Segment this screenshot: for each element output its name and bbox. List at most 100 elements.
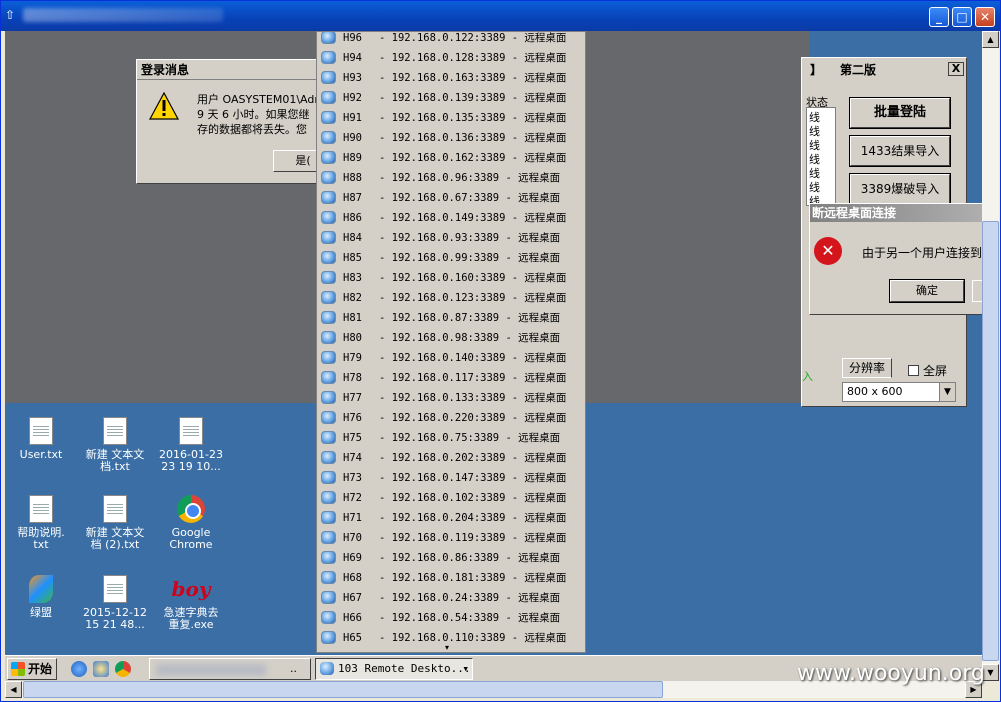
remote-desktop-icon [321, 431, 336, 444]
session-address: 192.168.0.123:3389 [391, 292, 506, 304]
remote-screen[interactable]: 登录消息 用户 OASYSTEM01\Adm 9 天 6 小时。如果您继 存的数… [5, 31, 982, 655]
session-item[interactable]: H71- 192.168.0.204:3389 - 远程桌面 [317, 508, 585, 528]
batch-login-button[interactable]: 批量登陆 [849, 97, 951, 129]
session-item[interactable]: H78- 192.168.0.117:3389 - 远程桌面 [317, 368, 585, 388]
session-item[interactable]: H87- 192.168.0.67:3389 - 远程桌面 [317, 188, 585, 208]
vertical-scrollbar[interactable]: ▲ ▼ [982, 31, 999, 681]
session-name: H87 [343, 192, 362, 204]
session-item[interactable]: H94- 192.168.0.128:3389 - 远程桌面 [317, 48, 585, 68]
title-bar[interactable]: ⇧ _ □ ✕ [1, 1, 1000, 31]
session-type: 远程桌面 [524, 72, 567, 84]
chrome-icon[interactable] [115, 661, 131, 677]
scroll-thumb[interactable] [23, 681, 663, 698]
desktop-icon[interactable]: 新建 文本文档 (2).txt [79, 495, 151, 551]
session-item[interactable]: H82- 192.168.0.123:3389 - 远程桌面 [317, 288, 585, 308]
session-address: 192.168.0.117:3389 [391, 372, 506, 384]
session-dropdown-list[interactable]: ▾ H96- 192.168.0.122:3389 - 远程桌面 H94- 192… [316, 31, 586, 653]
session-item[interactable]: H65- 192.168.0.110:3389 - 远程桌面 [317, 628, 585, 648]
session-item[interactable]: H66- 192.168.0.54:3389 - 远程桌面 [317, 608, 585, 628]
close-button[interactable]: ✕ [975, 7, 995, 27]
second-button[interactable] [972, 280, 982, 302]
login-message-line2: 9 天 6 小时。如果您继 [197, 108, 310, 121]
desktop-icon[interactable]: boy 急速字典去 重复.exe [155, 575, 227, 631]
session-name: H71 [343, 512, 362, 524]
desktop-icon[interactable]: 新建 文本文 档.txt [79, 417, 151, 473]
session-type: 远程桌面 [524, 572, 567, 584]
session-item[interactable]: H86- 192.168.0.149:3389 - 远程桌面 [317, 208, 585, 228]
taskbar-item-blurred[interactable]: .. [149, 658, 311, 680]
session-address: 192.168.0.133:3389 [391, 392, 506, 404]
icon-label: 23 19 10... [161, 460, 221, 473]
import-1433-button[interactable]: 1433结果导入 [849, 135, 951, 167]
session-item[interactable]: H80- 192.168.0.98:3389 - 远程桌面 [317, 328, 585, 348]
session-address: 192.168.0.99:3389 [391, 252, 500, 264]
chevron-down-icon[interactable]: ▾ [462, 659, 469, 679]
scroll-up-button[interactable]: ▲ [982, 31, 999, 48]
status-row: 线 [809, 181, 820, 194]
checkbox-box[interactable] [908, 365, 919, 376]
session-name: H94 [343, 52, 362, 64]
desktop-icon[interactable]: Google Chrome [155, 495, 227, 551]
session-item[interactable]: H67- 192.168.0.24:3389 - 远程桌面 [317, 588, 585, 608]
session-type: 远程桌面 [524, 152, 567, 164]
tab-resolution[interactable]: 分辨率 [842, 358, 892, 378]
desktop-icon[interactable]: 2016-01-23 23 19 10... [155, 417, 227, 473]
remote-desktop-icon [320, 662, 334, 675]
scroll-left-button[interactable]: ◀ [5, 681, 22, 698]
tool-title-bar[interactable]: 】 第二版 X [802, 60, 966, 80]
session-item[interactable]: H93- 192.168.0.163:3389 - 远程桌面 [317, 68, 585, 88]
session-item[interactable]: H72- 192.168.0.102:3389 - 远程桌面 [317, 488, 585, 508]
session-item[interactable]: H84- 192.168.0.93:3389 - 远程桌面 [317, 228, 585, 248]
session-item[interactable]: H76- 192.168.0.220:3389 - 远程桌面 [317, 408, 585, 428]
session-name: H88 [343, 172, 362, 184]
session-type: 远程桌面 [518, 252, 561, 264]
session-item[interactable]: H69- 192.168.0.86:3389 - 远程桌面 [317, 548, 585, 568]
session-item[interactable]: H85- 192.168.0.99:3389 - 远程桌面 [317, 248, 585, 268]
ok-button[interactable]: 确定 [889, 279, 965, 303]
start-button[interactable]: 开始 [7, 658, 57, 680]
maximize-button[interactable]: □ [952, 7, 972, 27]
session-name: H80 [343, 332, 362, 344]
status-list[interactable]: 线 线 线 线 线 线 线 [806, 96, 836, 206]
session-item[interactable]: H81- 192.168.0.87:3389 - 远程桌面 [317, 308, 585, 328]
minimize-button[interactable]: _ [929, 7, 949, 27]
import-3389-button[interactable]: 3389爆破导入 [849, 173, 951, 205]
session-item[interactable]: H91- 192.168.0.135:3389 - 远程桌面 [317, 108, 585, 128]
session-type: 远程桌面 [524, 532, 567, 544]
status-column-header[interactable]: 状态 [806, 94, 836, 109]
session-item[interactable]: H90- 192.168.0.136:3389 - 远程桌面 [317, 128, 585, 148]
session-item[interactable]: H96- 192.168.0.122:3389 - 远程桌面 [317, 32, 585, 48]
session-name: H86 [343, 212, 362, 224]
taskbar-item-suffix: .. [290, 662, 297, 675]
taskbar-item-remote-desktop[interactable]: 103 Remote Deskto... ▾ [315, 658, 473, 680]
session-item[interactable]: H79- 192.168.0.140:3389 - 远程桌面 [317, 348, 585, 368]
fullscreen-checkbox[interactable]: 全屏 [908, 362, 947, 379]
session-item[interactable]: H83- 192.168.0.160:3389 - 远程桌面 [317, 268, 585, 288]
tool-close-button[interactable]: X [948, 62, 964, 76]
desktop-icon[interactable]: 绿盟 [5, 575, 77, 619]
session-address: 192.168.0.139:3389 [391, 92, 506, 104]
session-type: 远程桌面 [518, 232, 561, 244]
session-item[interactable]: H73- 192.168.0.147:3389 - 远程桌面 [317, 468, 585, 488]
session-item[interactable]: H70- 192.168.0.119:3389 - 远程桌面 [317, 528, 585, 548]
session-item[interactable]: H74- 192.168.0.202:3389 - 远程桌面 [317, 448, 585, 468]
session-item[interactable]: H68- 192.168.0.181:3389 - 远程桌面 [317, 568, 585, 588]
session-item[interactable]: H77- 192.168.0.133:3389 - 远程桌面 [317, 388, 585, 408]
chevron-down-icon[interactable]: ▼ [939, 383, 955, 401]
scroll-thumb[interactable] [982, 221, 999, 661]
session-item[interactable]: H89- 192.168.0.162:3389 - 远程桌面 [317, 148, 585, 168]
session-item[interactable]: H75- 192.168.0.75:3389 - 远程桌面 [317, 428, 585, 448]
resolution-select[interactable]: 800 x 600 ▼ [842, 382, 956, 402]
desktop-icon[interactable]: 2015-12-12 15 21 48... [79, 575, 151, 631]
desktop-icon[interactable]: User.txt [5, 417, 77, 461]
session-type: 远程桌面 [524, 452, 567, 464]
session-item[interactable]: H92- 192.168.0.139:3389 - 远程桌面 [317, 88, 585, 108]
ie-icon[interactable] [71, 661, 87, 677]
session-item[interactable]: H88- 192.168.0.96:3389 - 远程桌面 [317, 168, 585, 188]
session-name: H72 [343, 492, 362, 504]
session-name: H66 [343, 612, 362, 624]
session-type: 远程桌面 [524, 92, 567, 104]
desktop-icon[interactable]: 帮助说明. txt [5, 495, 77, 551]
resolution-value: 800 x 600 [847, 385, 903, 398]
refresh-icon[interactable] [93, 661, 109, 677]
